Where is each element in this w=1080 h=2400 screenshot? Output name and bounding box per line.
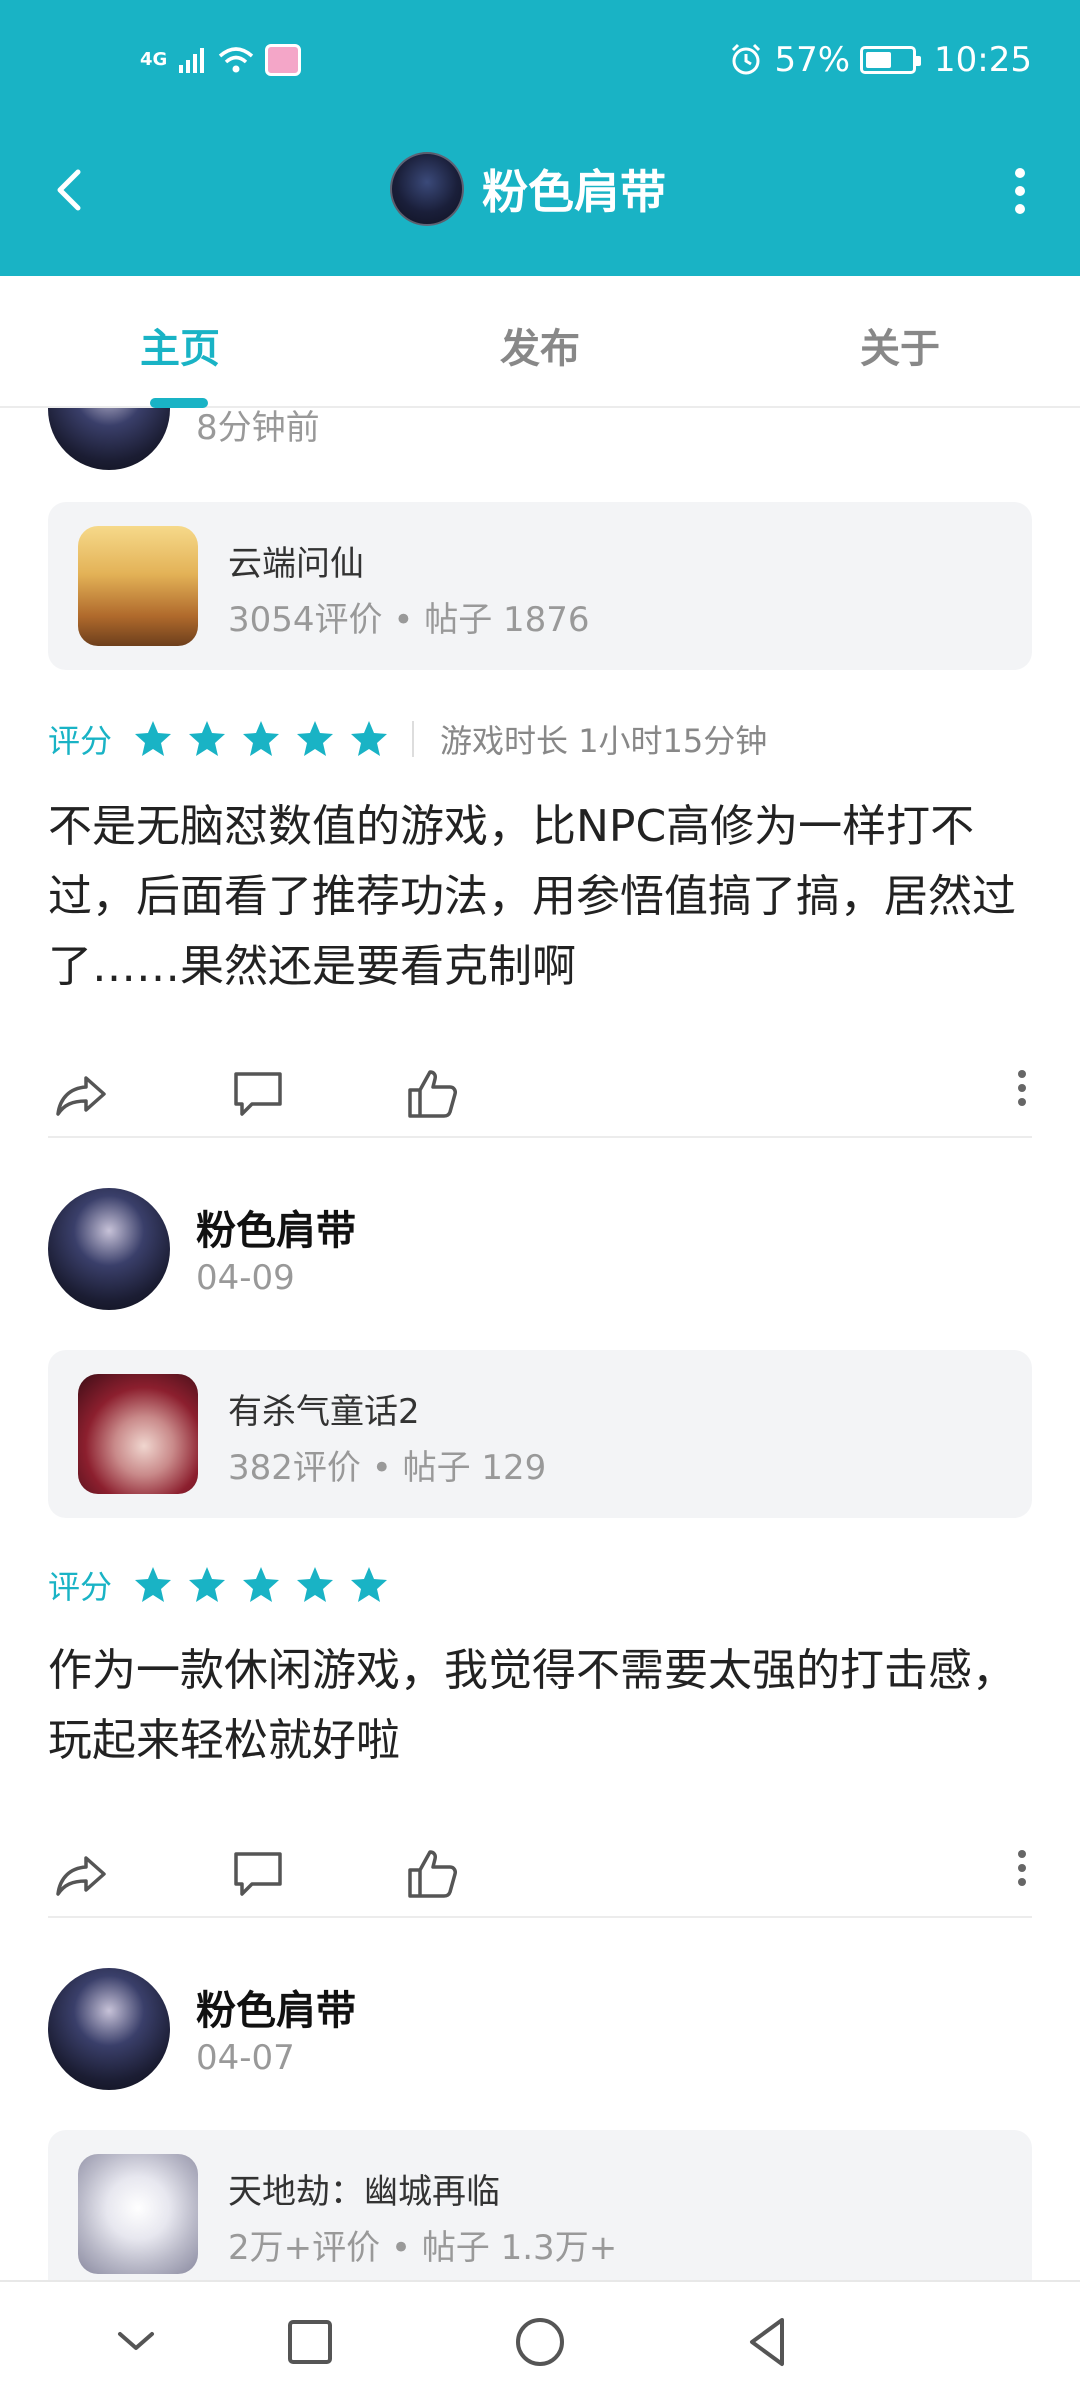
post-more-button[interactable] [1012,1844,1032,1904]
nav-recents-button[interactable] [280,2312,340,2372]
share-button[interactable] [52,1844,112,1904]
post-time: 04-09 [196,1258,295,1298]
nav-collapse-button[interactable] [106,2312,166,2372]
game-icon [78,2154,198,2274]
app-header: 4G 57% 10:25 粉色肩带 [0,0,1080,276]
game-stats: 382评价 • 帖子 129 [228,1448,547,1488]
profile-avatar [390,152,464,226]
chevron-down-icon [118,2332,154,2350]
comment-button[interactable] [228,1064,288,1124]
share-icon [56,1076,106,1116]
game-name: 有杀气童话2 [228,1392,420,1432]
star-icon [189,1567,226,1602]
star-rating [132,1564,390,1606]
tab-bar: 主页 发布 关于 [0,276,1080,408]
comment-icon [234,1852,282,1896]
tab-indicator [150,398,208,408]
tab-publish[interactable]: 发布 [500,316,580,374]
nav-back-button[interactable] [738,2312,798,2372]
notification-app-icon [265,44,302,76]
like-button[interactable] [402,1064,462,1124]
game-name: 云端问仙 [228,544,364,584]
thumbs-up-icon [408,1850,457,1898]
rating-label: 评分 [48,1568,113,1606]
rating-row: 评分 [48,1560,390,1610]
post-actions [0,1064,1080,1134]
circle-icon [516,2318,564,2366]
avatar[interactable] [48,1188,170,1310]
share-icon [56,1856,106,1896]
status-bar: 4G 57% 10:25 [0,40,1080,90]
more-vert-icon [1018,1850,1026,1858]
page-title: 粉色肩带 [482,165,666,219]
clock: 10:25 [934,40,1032,80]
app-bar: 粉色肩带 [0,140,1080,250]
divider [412,721,415,757]
square-icon [288,2320,332,2364]
thumbs-up-icon [408,1070,457,1118]
share-button[interactable] [52,1064,112,1124]
star-icon [351,1567,388,1602]
game-card[interactable]: 有杀气童话2 382评价 • 帖子 129 [48,1350,1032,1518]
post-time: 8分钟前 [196,408,320,448]
tab-about[interactable]: 关于 [860,316,940,374]
network-type: 4G [140,49,168,70]
wifi-icon [219,47,254,73]
alarm-icon [732,43,761,75]
game-card[interactable]: 天地劫：幽城再临 2万+评价 • 帖子 1.3万+ [48,2130,1032,2280]
battery-icon [860,46,922,74]
game-name: 天地劫：幽城再临 [228,2172,500,2212]
star-icon [297,721,334,756]
avatar[interactable] [48,1968,170,2090]
rating-row: 评分 游戏时长 1小时15分钟 [48,714,767,764]
username[interactable]: 粉色肩带 [196,1198,356,1256]
tab-home[interactable]: 主页 [140,316,220,374]
signal-icon [179,48,205,73]
post-actions [0,1844,1080,1914]
star-rating [132,718,390,760]
comment-button[interactable] [228,1844,288,1904]
post-divider [48,1136,1032,1138]
rating-label: 评分 [48,722,113,760]
star-icon [243,721,280,756]
post-time: 04-07 [196,2038,295,2078]
post-more-button[interactable] [1012,1064,1032,1124]
game-icon [78,526,198,646]
star-icon [135,1567,172,1602]
battery-percent: 57% [774,40,851,80]
comment-icon [234,1072,282,1116]
post-text[interactable]: 作为一款休闲游戏，我觉得不需要太强的打击感，玩起来轻松就好啦 [48,1636,1032,1776]
username[interactable]: 粉色肩带 [196,1978,356,2036]
post-divider [48,1916,1032,1918]
profile-title: 粉色肩带 [390,152,666,226]
avatar[interactable] [48,408,170,470]
system-nav-bar [0,2280,1080,2400]
star-icon [243,1567,280,1602]
star-icon [351,721,388,756]
like-button[interactable] [402,1844,462,1904]
game-stats: 3054评价 • 帖子 1876 [228,600,590,640]
star-icon [135,721,172,756]
game-stats: 2万+评价 • 帖子 1.3万+ [228,2228,618,2268]
triangle-back-icon [750,2318,784,2366]
post-text[interactable]: 不是无脑怼数值的游戏，比NPC高修为一样打不过，后面看了推荐功法，用参悟值搞了搞… [48,792,1032,1002]
star-icon [297,1567,334,1602]
more-vert-icon [1015,168,1025,178]
star-icon [189,721,226,756]
game-card[interactable]: 云端问仙 3054评价 • 帖子 1876 [48,502,1032,670]
game-icon [78,1374,198,1494]
playtime: 游戏时长 1小时15分钟 [440,722,768,760]
chevron-left-icon [57,169,81,211]
nav-home-button[interactable] [510,2312,570,2372]
more-vert-icon [1018,1070,1026,1078]
back-button[interactable] [40,160,100,220]
post-feed[interactable]: 8分钟前 云端问仙 3054评价 • 帖子 1876 评分 游戏时长 1小时15… [0,408,1080,2280]
more-options-button[interactable] [1000,160,1040,220]
